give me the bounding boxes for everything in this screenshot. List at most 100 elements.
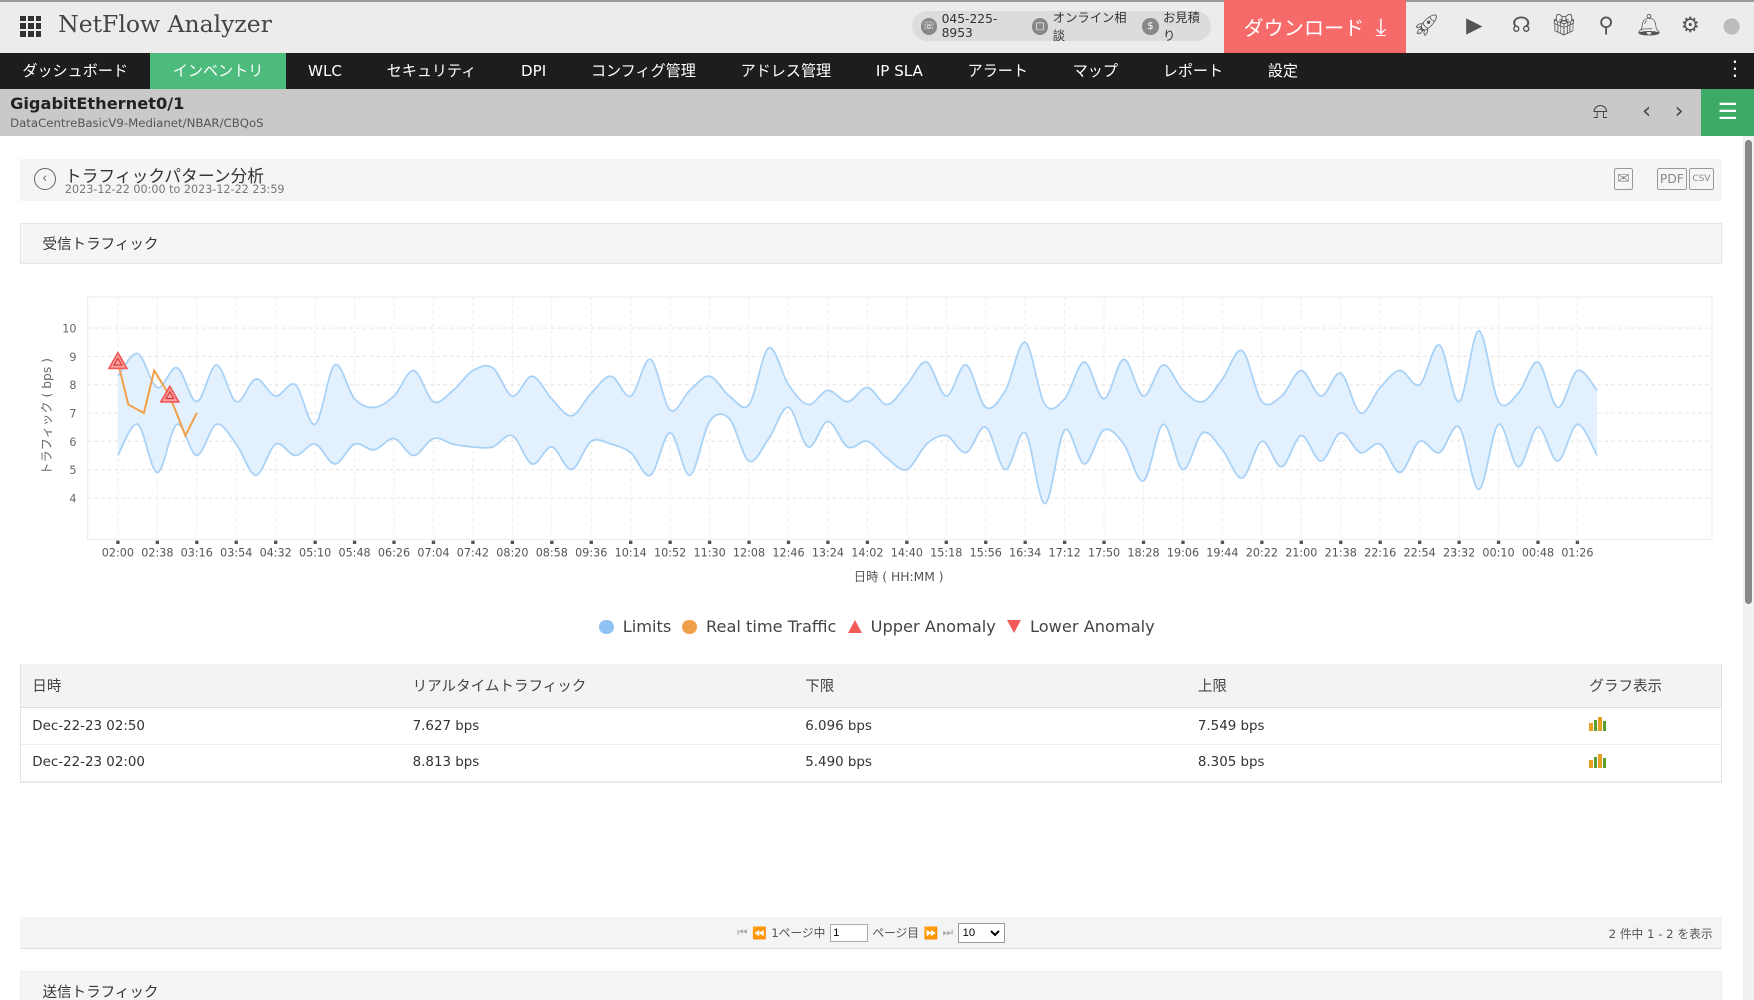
scrollbar-thumb[interactable]: [1745, 139, 1752, 605]
x-tick-label: 18:28: [1127, 546, 1159, 559]
cell-upper: 8.305 bps: [1197, 755, 1265, 771]
page-input[interactable]: [829, 923, 868, 942]
x-tick-mark: [1299, 540, 1303, 544]
chat-icon: ▢: [1031, 17, 1049, 35]
x-tick-label: 03:16: [180, 546, 212, 559]
search-icon[interactable]: ⚲: [1593, 13, 1620, 40]
cell-datetime: Dec-22-23 02:50: [32, 718, 145, 734]
device-name: GigabitEthernet0/1: [10, 93, 185, 113]
quote-link[interactable]: お見積り: [1163, 8, 1211, 44]
nav-reports[interactable]: レポート: [1140, 53, 1245, 90]
nav-settings[interactable]: 設定: [1245, 53, 1320, 90]
chevron-left-icon[interactable]: ‹: [1642, 98, 1651, 124]
x-tick-label: 01:26: [1561, 546, 1593, 559]
legend-realtime[interactable]: Real time Traffic: [706, 617, 837, 636]
col-datetime[interactable]: 日時: [21, 675, 413, 696]
x-tick-mark: [589, 540, 593, 544]
hamburger-menu-icon[interactable]: ☰: [1701, 89, 1754, 137]
x-tick-mark: [1101, 540, 1106, 544]
first-page-icon[interactable]: ⏮: [737, 925, 748, 940]
x-tick-mark: [825, 540, 830, 544]
x-tick-label: 11:30: [693, 546, 725, 559]
col-upper[interactable]: 上限: [1198, 675, 1590, 696]
nav-ipsla[interactable]: IP SLA: [854, 53, 946, 90]
x-axis-label: 日時 ( HH:MM ): [853, 570, 943, 584]
email-icon[interactable]: ✉: [1614, 167, 1633, 191]
bar-chart-icon[interactable]: [1589, 716, 1607, 732]
app-grid-icon[interactable]: [20, 15, 42, 37]
rocket-icon[interactable]: 🚀︎: [1413, 13, 1440, 40]
app-root: NetFlow Analyzer ☏ 045-225-8953 ▢ オンライン相談 …: [0, 0, 1754, 1000]
table-row: Dec-22-23 02:00 8.813 bps 5.490 bps 8.30…: [21, 745, 1721, 782]
nav-address[interactable]: アドレス管理: [718, 53, 853, 90]
gift-icon[interactable]: 🎁︎: [1550, 13, 1577, 40]
online-consult-link[interactable]: オンライン相談: [1053, 8, 1138, 44]
gear-icon[interactable]: ⚙: [1677, 13, 1704, 40]
nav-dashboard[interactable]: ダッシュボード: [0, 53, 150, 90]
x-tick-label: 02:38: [141, 546, 173, 559]
nav-config[interactable]: コンフィグ管理: [569, 53, 719, 90]
cell-datetime: Dec-22-23 02:00: [32, 755, 145, 771]
per-page-select[interactable]: 10: [957, 922, 1005, 943]
alarm-icon[interactable]: ⍾: [1593, 98, 1608, 124]
x-tick-mark: [786, 540, 790, 544]
limits-band: [117, 330, 1597, 504]
legend-lower-anomaly[interactable]: Lower Anomaly: [1030, 617, 1155, 636]
x-tick-label: 07:42: [456, 546, 488, 559]
outgoing-traffic-section: [20, 970, 1722, 1000]
upper-anomaly-marker[interactable]: [107, 350, 128, 369]
col-realtime[interactable]: リアルタイムトラフィック: [413, 675, 806, 696]
avatar[interactable]: ●: [1718, 13, 1745, 40]
x-tick-label: 14:40: [890, 546, 922, 559]
download-button[interactable]: ダウンロード ⤓: [1223, 0, 1407, 53]
limits-legend-icon: [599, 619, 614, 635]
x-tick-label: 10:52: [654, 546, 686, 559]
more-vertical-icon[interactable]: ⋮: [1725, 56, 1745, 80]
y-tick-label: 4: [69, 492, 76, 505]
x-tick-label: 03:54: [220, 546, 252, 559]
x-tick-mark: [1141, 540, 1145, 544]
bar-chart-icon[interactable]: [1589, 753, 1607, 769]
section-title: 受信トラフィック: [42, 236, 159, 253]
headset-icon[interactable]: ☊: [1508, 13, 1535, 40]
x-tick-label: 17:12: [1048, 546, 1080, 559]
nav-inventory[interactable]: インベントリ: [150, 52, 286, 90]
x-tick-label: 19:06: [1166, 546, 1198, 559]
x-tick-mark: [431, 540, 435, 544]
page-of-label: 1ページ中: [771, 926, 826, 941]
lower-anomaly-legend-icon: [1007, 620, 1022, 634]
phone-number[interactable]: 045-225-8953: [942, 12, 1028, 40]
next-page-icon[interactable]: ⏩: [924, 926, 939, 940]
back-icon[interactable]: ‹: [33, 167, 56, 191]
legend-upper-anomaly[interactable]: Upper Anomaly: [871, 617, 996, 636]
pdf-icon[interactable]: PDF: [1656, 167, 1688, 191]
nav-wlc[interactable]: WLC: [286, 53, 365, 90]
demo-screen-icon[interactable]: ▶: [1461, 13, 1488, 40]
x-tick-mark: [1023, 540, 1027, 544]
nav-security[interactable]: セキュリティ: [364, 53, 498, 90]
x-tick-label: 13:24: [811, 546, 843, 559]
nav-alerts[interactable]: アラート: [945, 53, 1050, 90]
x-tick-mark: [194, 540, 199, 544]
download-icon: ⤓: [1375, 11, 1387, 41]
last-page-icon[interactable]: ⏭: [943, 925, 954, 940]
x-tick-mark: [1535, 540, 1540, 544]
chevron-right-icon[interactable]: ›: [1675, 98, 1684, 124]
date-range: 2023-12-22 00:00 to 2023-12-22 23:59: [64, 183, 285, 197]
x-tick-label: 16:34: [1009, 546, 1041, 559]
x-tick-mark: [1496, 540, 1500, 544]
prev-page-icon[interactable]: ⏪: [752, 926, 767, 940]
chart-legend: Limits Real time Traffic Upper Anomaly L…: [0, 617, 1754, 636]
bell-icon[interactable]: 🔔︎: [1635, 13, 1662, 40]
x-tick-mark: [707, 540, 711, 544]
nav-maps[interactable]: マップ: [1050, 53, 1140, 90]
col-lower[interactable]: 下限: [805, 675, 1198, 696]
x-tick-label: 17:50: [1088, 546, 1120, 559]
cell-realtime: 7.627 bps: [412, 718, 480, 734]
x-tick-mark: [1180, 540, 1185, 544]
nav-dpi[interactable]: DPI: [499, 53, 569, 90]
traffic-chart: 4 5 6 7 8 9 10 02:00 02:38 03:16 03:54 04:32 05:10 05…: [39, 295, 1713, 584]
legend-limits[interactable]: Limits: [623, 617, 672, 636]
x-tick-label: 05:10: [299, 546, 331, 559]
csv-icon[interactable]: CSV: [1689, 167, 1714, 191]
